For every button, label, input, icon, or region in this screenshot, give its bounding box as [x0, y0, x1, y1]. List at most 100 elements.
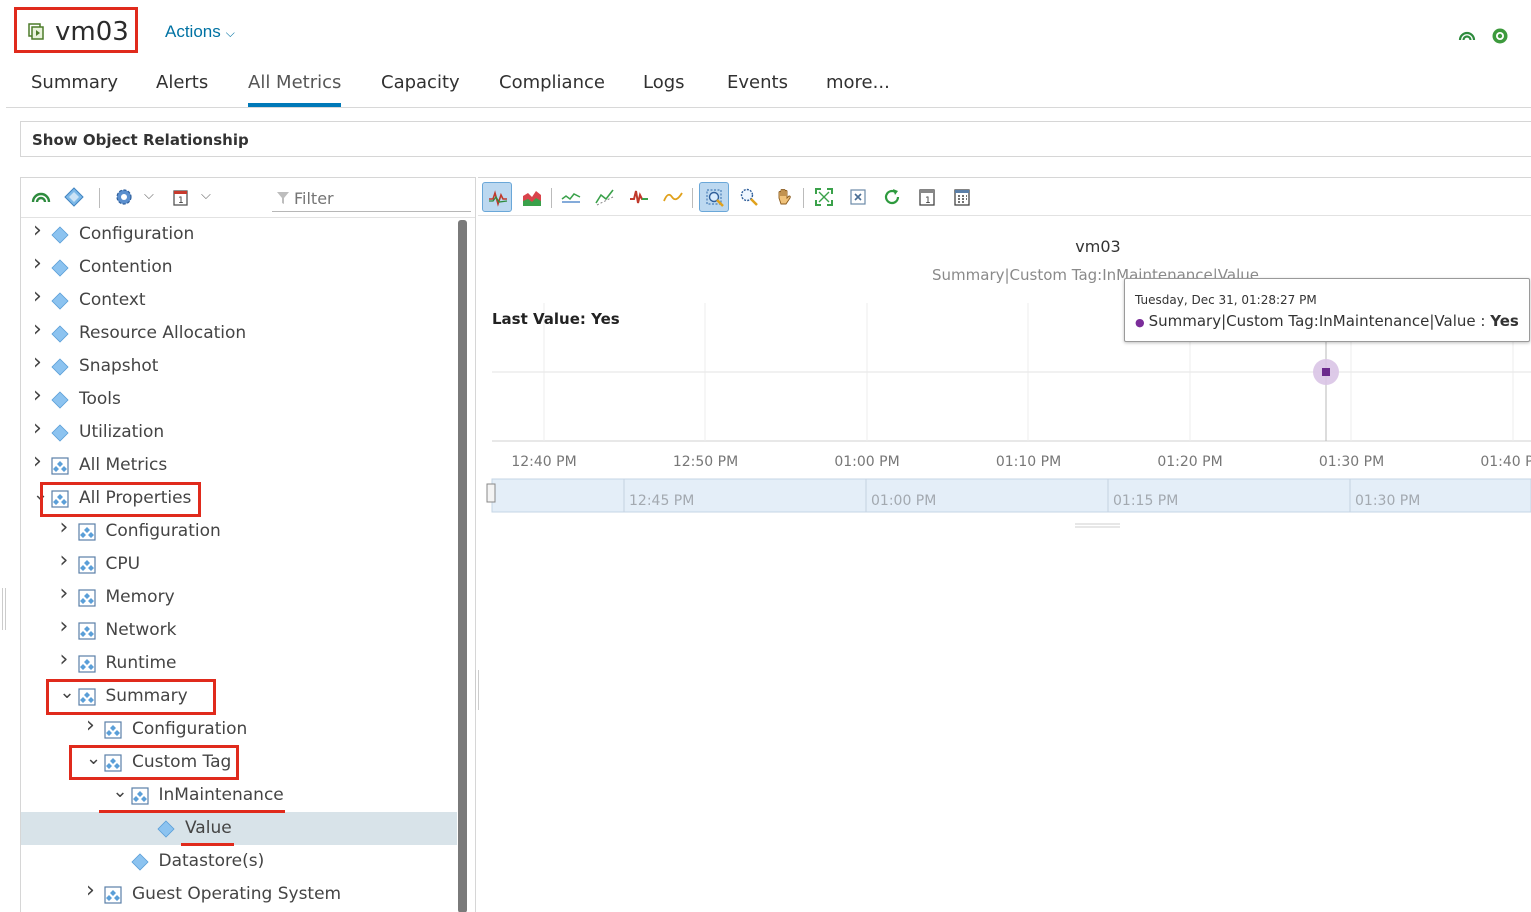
- tree-item-label: All Metrics: [79, 455, 168, 475]
- x-tick-label: 01:30 PM: [1319, 454, 1384, 470]
- chevron-down-icon[interactable]: ⌵: [144, 187, 154, 203]
- tree-item-tools[interactable]: › Tools: [21, 383, 457, 416]
- chevron-right-icon[interactable]: ›: [33, 317, 47, 342]
- health-tree-icon[interactable]: [31, 187, 51, 207]
- chevron-down-icon[interactable]: ⌄: [33, 484, 48, 505]
- tree-item-inmaintenance[interactable]: ⌄ InMaintenance: [21, 779, 457, 812]
- tree-item-utilization[interactable]: › Utilization: [21, 416, 457, 449]
- tree-item-custom-tag[interactable]: ⌄ Custom Tag: [21, 746, 457, 779]
- chevron-right-icon[interactable]: ›: [60, 647, 74, 672]
- tree-item-snapshot[interactable]: › Snapshot: [21, 350, 457, 383]
- tree-item-all-properties[interactable]: ⌄ All Properties: [21, 482, 457, 515]
- tree-item-properties-configuration[interactable]: › Configuration: [21, 515, 457, 548]
- chevron-right-icon[interactable]: ›: [33, 284, 47, 309]
- chevron-down-icon[interactable]: ⌄: [60, 682, 75, 703]
- tree-item-label: Context: [79, 290, 146, 310]
- tree-item-label: CPU: [105, 554, 141, 574]
- chevron-right-icon[interactable]: ›: [60, 548, 74, 573]
- header: vm03 Actions ⌵: [0, 0, 1531, 62]
- chevron-right-icon[interactable]: ›: [86, 713, 100, 738]
- metric-group-icon: [104, 721, 122, 739]
- left-resize-handle[interactable]: [2, 588, 6, 630]
- chevron-down-icon[interactable]: ⌄: [113, 781, 128, 802]
- tree-item-context[interactable]: › Context: [21, 284, 457, 317]
- tree-item-label: Guest Operating System: [132, 884, 342, 904]
- tree-item-label: Value: [185, 818, 232, 838]
- tree-item-label: Summary: [105, 686, 188, 706]
- last-value-label: Last Value: Yes: [492, 310, 620, 328]
- filter-icon: [277, 192, 289, 204]
- chevron-right-icon[interactable]: ›: [33, 449, 47, 474]
- navigator-tick-label: 01:00 PM: [871, 493, 936, 509]
- tree-item-contention[interactable]: › Contention: [21, 251, 457, 284]
- tooltip-series-row: ● Summary|Custom Tag:InMaintenance|Value …: [1135, 312, 1519, 330]
- tab-capacity[interactable]: Capacity: [381, 72, 460, 103]
- chevron-right-icon[interactable]: ›: [86, 878, 100, 903]
- series-dot-icon: ●: [1135, 316, 1145, 329]
- navigator-handle[interactable]: [486, 483, 496, 503]
- metric-group-icon: [130, 787, 149, 805]
- tab-events[interactable]: Events: [727, 72, 788, 103]
- tab-more[interactable]: more...: [826, 72, 890, 103]
- tree-item-value[interactable]: Value: [21, 812, 457, 845]
- object-title-box: vm03: [14, 7, 138, 53]
- metric-group-icon: [104, 754, 122, 772]
- health-badge-icon[interactable]: [1458, 28, 1476, 42]
- metric-tree-panel: ⌵ 1 ⌵ ›Configuration›Contention›Context›…: [20, 177, 476, 912]
- tab-logs[interactable]: Logs: [643, 72, 685, 103]
- tab-alerts[interactable]: Alerts: [156, 72, 208, 103]
- chevron-right-icon[interactable]: ›: [33, 218, 47, 243]
- object-relationship-bar[interactable]: Show Object Relationship: [20, 121, 1531, 157]
- metric-diamond-icon[interactable]: [64, 187, 84, 207]
- chevron-right-icon[interactable]: ›: [33, 383, 47, 408]
- metric-group-icon: [51, 457, 69, 475]
- tree-item-configuration[interactable]: › Configuration: [21, 218, 457, 251]
- tree-item-cpu[interactable]: › CPU: [21, 548, 457, 581]
- chevron-right-icon[interactable]: ›: [60, 614, 74, 639]
- status-ok-icon[interactable]: [1491, 27, 1509, 45]
- gear-icon[interactable]: [114, 187, 134, 207]
- tab-summary[interactable]: Summary: [31, 72, 118, 103]
- actions-dropdown[interactable]: Actions ⌵: [165, 22, 235, 42]
- tree-item-memory[interactable]: › Memory: [21, 581, 457, 614]
- tree-item-runtime[interactable]: › Runtime: [21, 647, 457, 680]
- tab-all-metrics[interactable]: All Metrics: [248, 72, 342, 107]
- chevron-right-icon[interactable]: ›: [33, 350, 47, 375]
- object-relationship-label: Show Object Relationship: [32, 131, 249, 149]
- chevron-right-icon[interactable]: ›: [60, 581, 74, 606]
- metric-diamond-icon: [51, 226, 69, 244]
- tab-compliance[interactable]: Compliance: [499, 72, 605, 103]
- object-title: vm03: [55, 17, 129, 47]
- tree-item-label: Custom Tag: [132, 752, 232, 772]
- chevron-right-icon[interactable]: ›: [60, 515, 74, 540]
- calendar-flag-icon[interactable]: 1: [171, 187, 191, 207]
- metric-group-icon: [77, 523, 96, 541]
- svg-text:1: 1: [178, 196, 184, 206]
- virtual-machine-icon: [28, 23, 44, 40]
- actions-label: Actions: [165, 22, 221, 41]
- tree-item-all-metrics[interactable]: › All Metrics: [21, 449, 457, 482]
- data-point[interactable]: [1322, 368, 1330, 376]
- tree-item-summary-configuration[interactable]: › Configuration: [21, 713, 457, 746]
- tree-item-guest-operating-system[interactable]: › Guest Operating System: [21, 878, 457, 911]
- tree-item-label: All Properties: [79, 488, 192, 508]
- metric-group-icon: [77, 688, 96, 706]
- tree-item-label: Datastore(s): [158, 851, 265, 871]
- chevron-down-icon[interactable]: ⌄: [86, 748, 101, 769]
- navigator-resize-grip[interactable]: [1075, 523, 1120, 528]
- chevron-down-icon[interactable]: ⌵: [201, 187, 211, 203]
- tree-item-summary[interactable]: ⌄ Summary: [21, 680, 457, 713]
- chevron-right-icon[interactable]: ›: [33, 416, 47, 441]
- x-tick-label: 01:40 PM: [1480, 454, 1531, 470]
- tree-item-datastores[interactable]: Datastore(s): [21, 845, 457, 878]
- x-tick-label: 12:40 PM: [511, 454, 576, 470]
- metric-diamond-icon: [130, 853, 149, 871]
- metric-group-icon: [51, 490, 69, 508]
- tree-item-resource-allocation[interactable]: › Resource Allocation: [21, 317, 457, 350]
- metric-group-icon: [77, 556, 96, 574]
- filter-input[interactable]: [294, 187, 464, 209]
- tab-bar: Summary Alerts All Metrics Capacity Comp…: [6, 64, 1531, 108]
- tree-item-network[interactable]: › Network: [21, 614, 457, 647]
- chevron-right-icon[interactable]: ›: [33, 251, 47, 276]
- tree-scrollbar[interactable]: [458, 220, 467, 912]
